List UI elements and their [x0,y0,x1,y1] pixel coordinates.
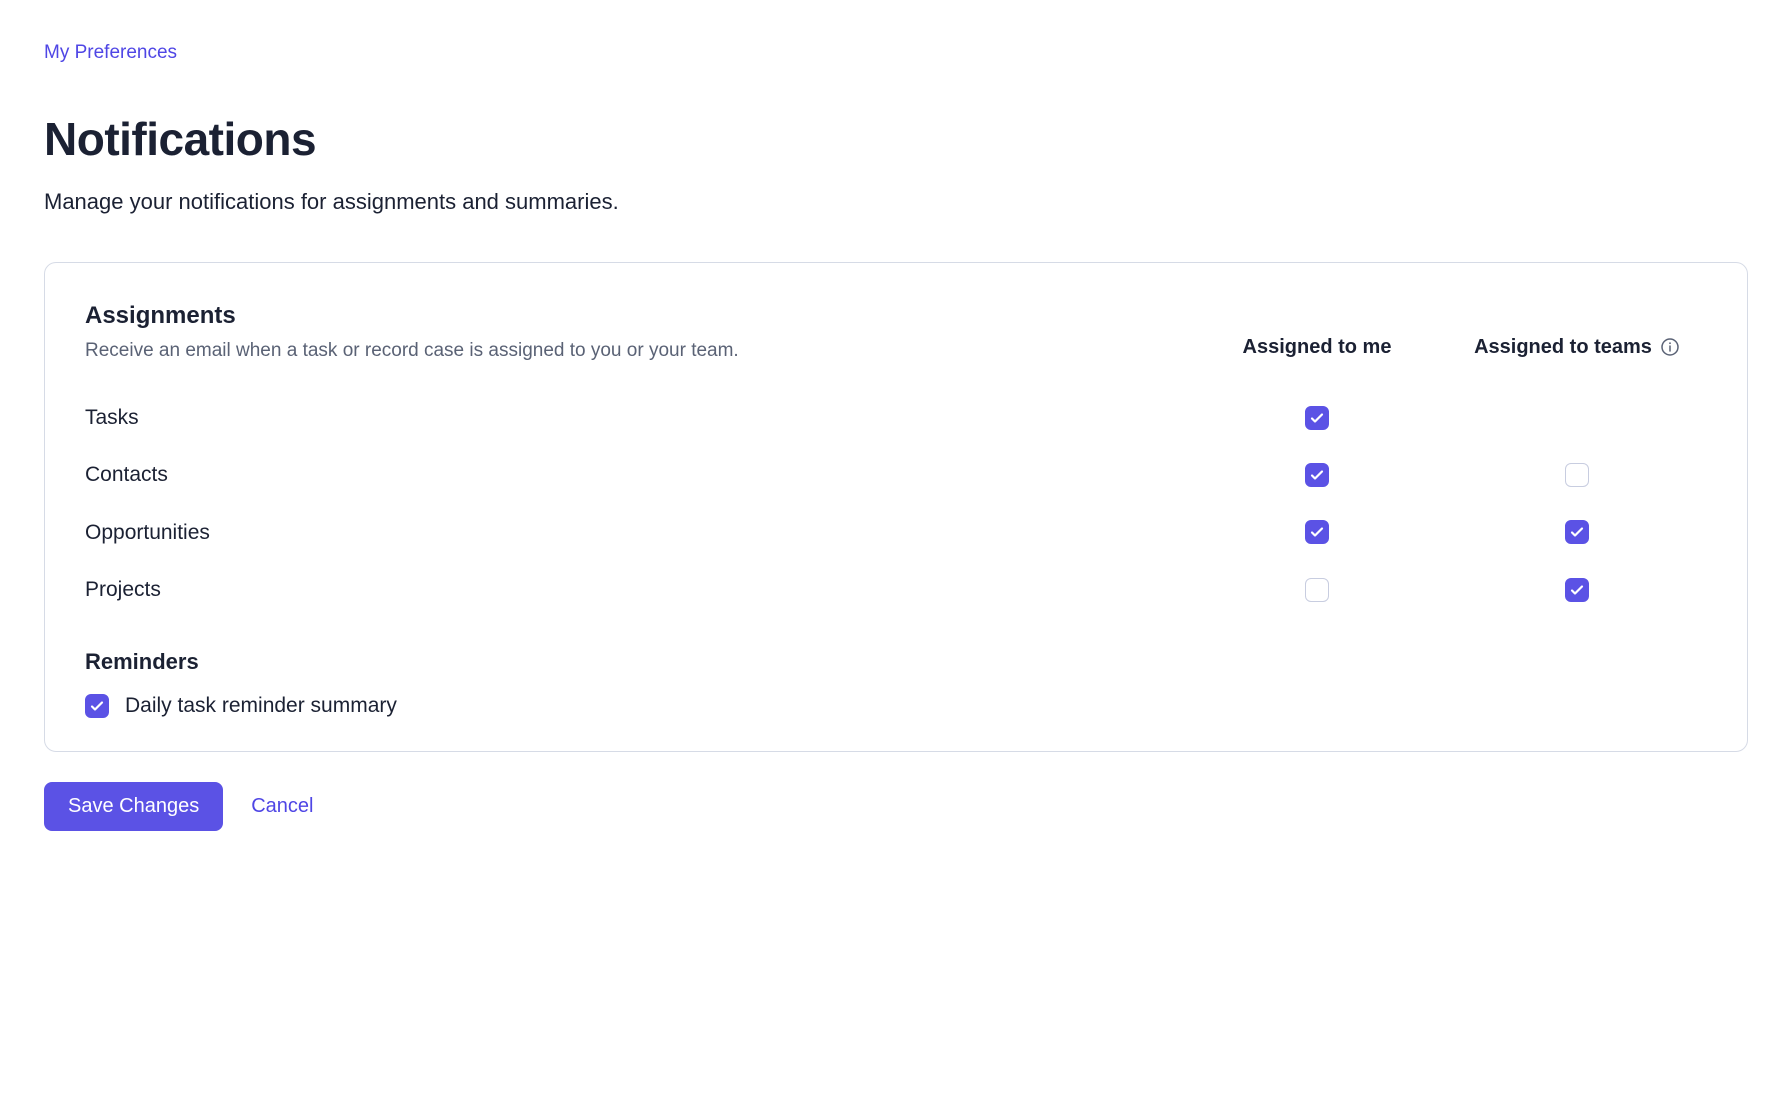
page-title: Notifications [44,107,1748,171]
page-subtitle: Manage your notifications for assignment… [44,187,1748,218]
checkbox-opportunities-teams[interactable] [1565,520,1589,544]
assignments-description: Receive an email when a task or record c… [85,338,1187,365]
breadcrumb-my-preferences[interactable]: My Preferences [44,42,177,63]
checkbox-projects-teams[interactable] [1565,578,1589,602]
column-header-me-label: Assigned to me [1243,333,1392,361]
checkbox-projects-me[interactable] [1305,578,1329,602]
reminders-title: Reminders [85,647,1707,678]
checkbox-daily-summary[interactable] [85,694,109,718]
row-label-contacts: Contacts [85,460,1187,489]
assignments-header: Assignments Receive an email when a task… [85,299,1707,365]
info-icon[interactable] [1660,337,1680,357]
assignment-row-opportunities: Opportunities [85,504,1707,561]
assignment-row-projects: Projects [85,561,1707,618]
reminder-row-daily-summary: Daily task reminder summary [85,691,1707,720]
actions-bar: Save Changes Cancel [44,782,1748,831]
row-label-tasks: Tasks [85,403,1187,432]
assignment-row-tasks: Tasks [85,389,1707,446]
reminders-section: Reminders Daily task reminder summary [85,647,1707,721]
cancel-button[interactable]: Cancel [251,795,313,818]
column-header-assigned-to-me: Assigned to me [1187,299,1447,361]
assignment-row-contacts: Contacts [85,446,1707,503]
checkbox-contacts-teams[interactable] [1565,463,1589,487]
column-header-assigned-to-teams: Assigned to teams [1447,299,1707,361]
checkbox-opportunities-me[interactable] [1305,520,1329,544]
checkbox-tasks-me[interactable] [1305,406,1329,430]
assignments-title: Assignments [85,299,1187,333]
row-label-opportunities: Opportunities [85,518,1187,547]
save-button[interactable]: Save Changes [44,782,223,831]
notifications-panel: Assignments Receive an email when a task… [44,262,1748,752]
column-header-teams-label: Assigned to teams [1474,333,1652,361]
reminder-label-daily-summary: Daily task reminder summary [125,691,397,720]
row-label-projects: Projects [85,575,1187,604]
checkbox-contacts-me[interactable] [1305,463,1329,487]
